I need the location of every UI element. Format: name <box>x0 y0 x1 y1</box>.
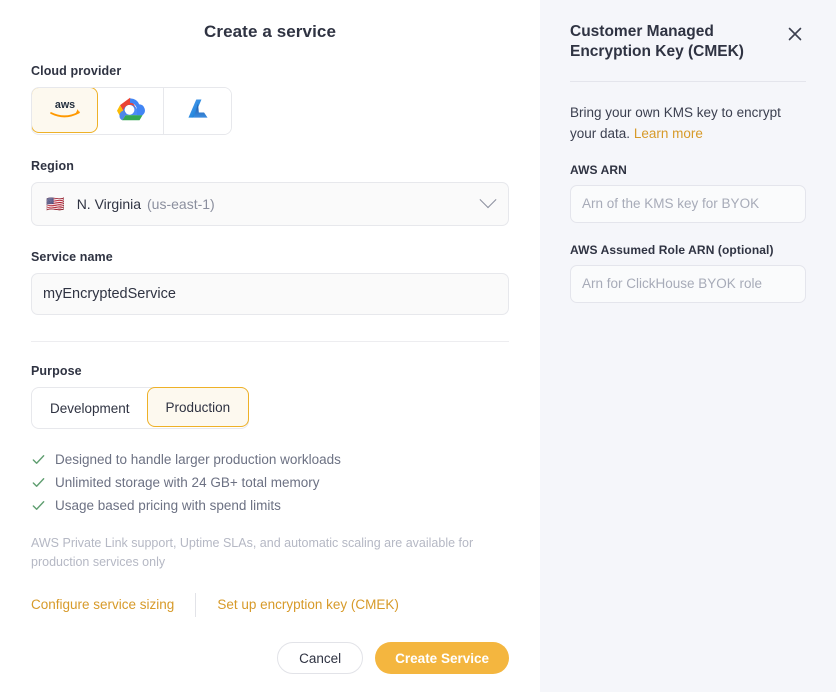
aws-arn-input[interactable] <box>570 184 806 223</box>
purpose-option-development[interactable]: Development <box>32 388 148 428</box>
provider-option-azure[interactable] <box>164 88 231 134</box>
svg-text:aws: aws <box>54 99 74 111</box>
purpose-option-production[interactable]: Production <box>146 387 250 427</box>
purpose-selector: Development Production <box>31 387 250 429</box>
production-note: AWS Private Link support, Uptime SLAs, a… <box>31 536 474 569</box>
cmek-header: Customer Managed Encryption Key (CMEK) <box>570 22 806 63</box>
google-cloud-logo-icon <box>115 96 145 127</box>
region-code: (us-east-1) <box>147 196 215 212</box>
provider-option-aws[interactable]: aws <box>32 88 98 133</box>
create-service-dialog: Create a service Cloud provider aws Regi… <box>0 0 836 692</box>
provider-option-gcp[interactable] <box>97 88 164 134</box>
list-item: Unlimited storage with 24 GB+ total memo… <box>31 475 509 490</box>
cloud-provider-selector: aws <box>31 87 232 135</box>
page-title: Create a service <box>203 22 337 41</box>
feature-text: Unlimited storage with 24 GB+ total memo… <box>55 475 320 490</box>
region-name: N. Virginia <box>76 196 142 212</box>
cmek-panel: Customer Managed Encryption Key (CMEK) B… <box>540 0 836 692</box>
purpose-label: Purpose <box>31 364 82 378</box>
feature-list: Designed to handle larger production wor… <box>31 452 509 513</box>
check-icon <box>32 455 45 464</box>
configure-service-sizing-link[interactable]: Configure service sizing <box>31 597 174 612</box>
azure-logo-icon <box>185 96 211 127</box>
link-divider <box>195 592 197 617</box>
cmek-description: Bring your own KMS key to encrypt your d… <box>570 102 806 145</box>
cmek-divider <box>570 80 806 82</box>
form-links: Configure service sizing Set up encrypti… <box>31 592 509 617</box>
close-icon[interactable] <box>784 23 806 45</box>
form-body: Cloud provider aws Region 🇺🇸 N. Virginia… <box>0 64 540 617</box>
aws-arn-label: AWS ARN <box>570 162 627 177</box>
chevron-down-icon <box>479 191 497 209</box>
region-label: Region <box>31 159 74 173</box>
check-icon <box>32 501 45 510</box>
cancel-button[interactable]: Cancel <box>277 642 364 674</box>
region-select[interactable]: 🇺🇸 N. Virginia (us-east-1) <box>31 182 509 226</box>
feature-text: Usage based pricing with spend limits <box>55 498 281 513</box>
service-name-input[interactable] <box>31 273 509 315</box>
feature-text: Designed to handle larger production wor… <box>55 452 341 467</box>
assumed-role-arn-label: AWS Assumed Role ARN (optional) <box>570 242 774 257</box>
service-name-label: Service name <box>31 250 113 264</box>
list-item: Designed to handle larger production wor… <box>31 452 509 467</box>
aws-logo-icon: aws <box>46 96 84 125</box>
dialog-footer: Cancel Create Service <box>0 642 540 674</box>
create-service-form: Create a service Cloud provider aws Regi… <box>0 0 540 692</box>
assumed-role-arn-input[interactable] <box>570 264 806 303</box>
learn-more-link[interactable]: Learn more <box>634 126 703 141</box>
check-icon <box>32 478 45 487</box>
create-service-button[interactable]: Create Service <box>375 642 509 674</box>
list-item: Usage based pricing with spend limits <box>31 498 509 513</box>
us-flag-icon: 🇺🇸 <box>46 195 65 213</box>
setup-encryption-key-link[interactable]: Set up encryption key (CMEK) <box>217 597 399 612</box>
cloud-provider-label: Cloud provider <box>31 64 122 78</box>
section-divider <box>31 341 509 342</box>
cmek-title: Customer Managed Encryption Key (CMEK) <box>570 23 744 61</box>
